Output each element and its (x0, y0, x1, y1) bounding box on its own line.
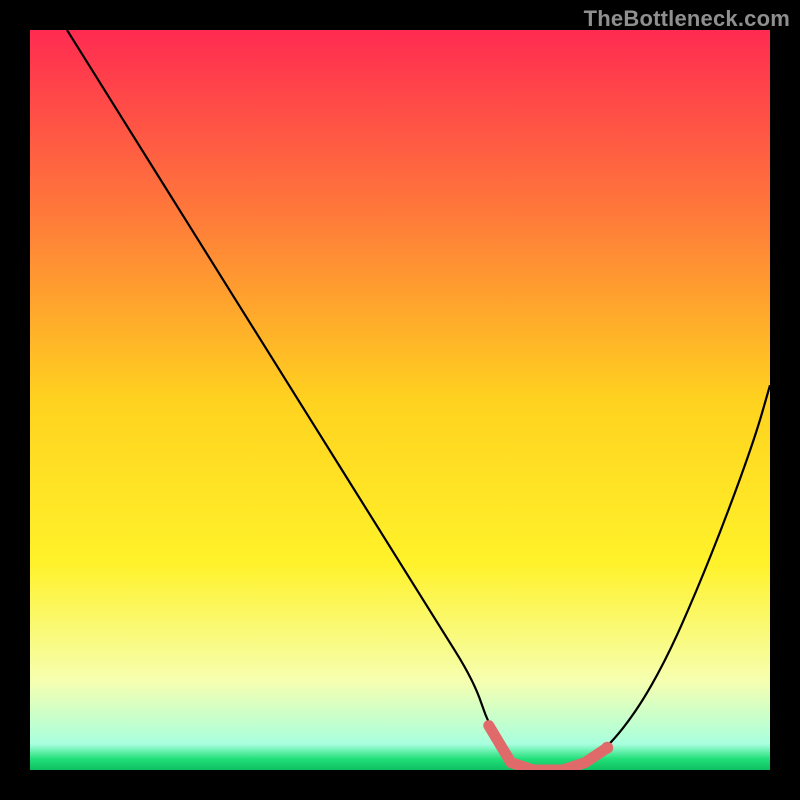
plot-area (30, 30, 770, 770)
chart-svg (30, 30, 770, 770)
optimal-range-endpoint (601, 742, 613, 754)
chart-container: TheBottleneck.com (0, 0, 800, 800)
gradient-background (30, 30, 770, 770)
watermark-text: TheBottleneck.com (584, 6, 790, 32)
